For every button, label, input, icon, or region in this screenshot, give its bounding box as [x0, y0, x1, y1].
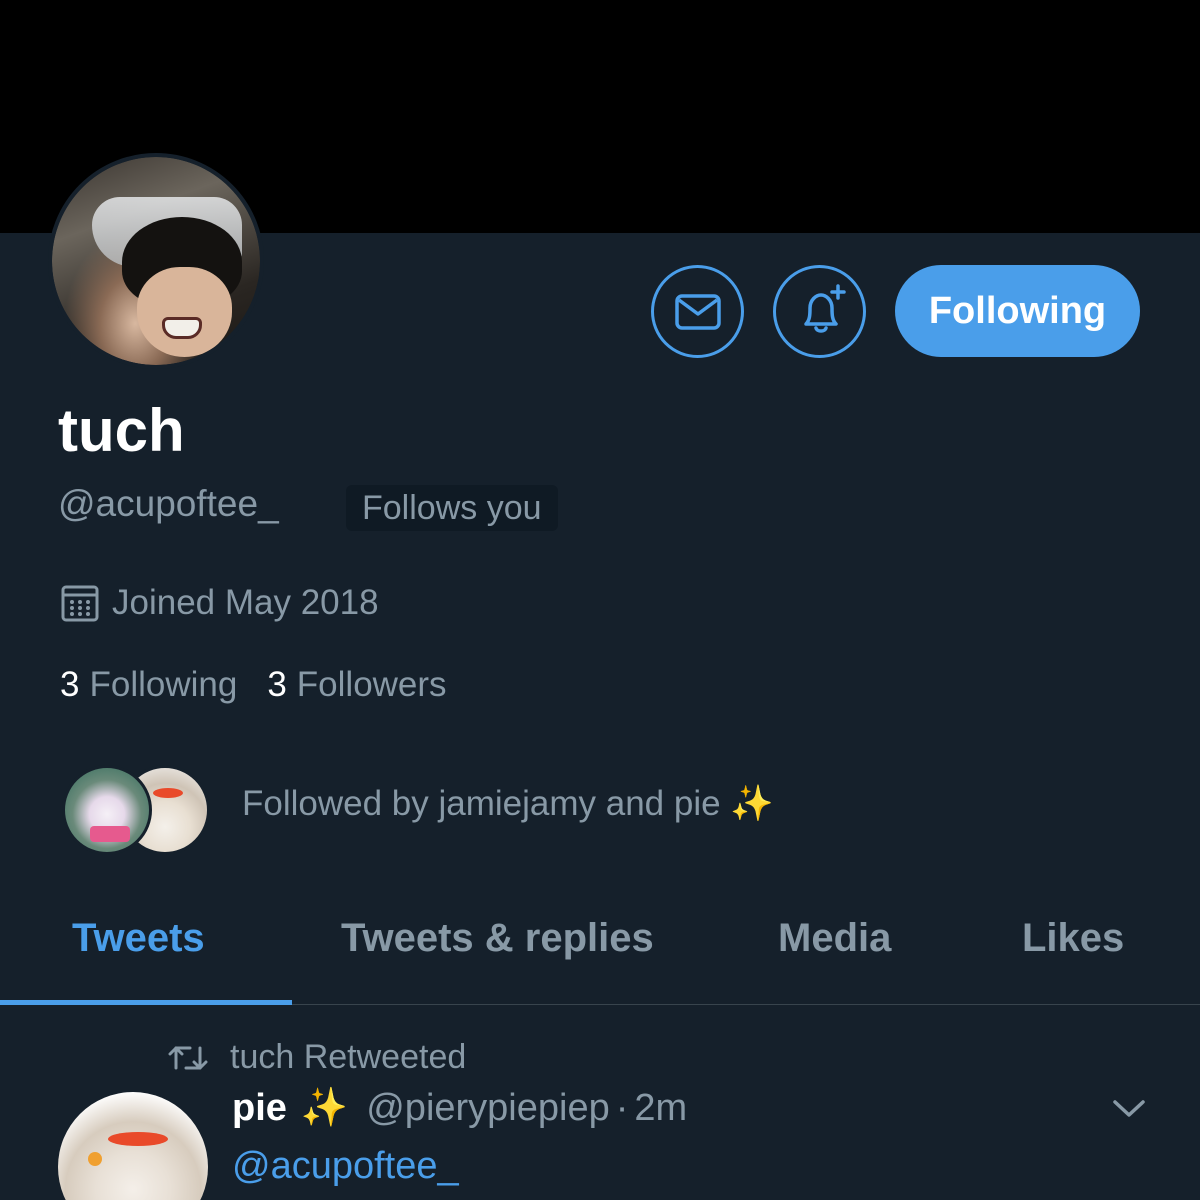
retweet-icon	[168, 1046, 208, 1069]
followers-count-link[interactable]: 3 Followers	[267, 665, 446, 705]
tweet-timestamp[interactable]: 2m	[634, 1087, 687, 1130]
profile-display-name: tuch	[58, 397, 185, 464]
following-label: Following	[89, 665, 238, 704]
profile-photo	[52, 157, 260, 365]
joined-date: Joined May 2018	[60, 583, 379, 623]
followers-count: 3	[267, 665, 287, 704]
follow-counts: 3 Following 3 Followers	[60, 665, 477, 705]
tab-likes[interactable]: Likes	[1022, 916, 1124, 961]
mutual-follower-avatar-jamiejamy[interactable]	[62, 765, 152, 855]
chevron-down-icon[interactable]	[1112, 1098, 1146, 1120]
tab-tweets[interactable]: Tweets	[72, 916, 205, 961]
calendar-icon	[61, 585, 99, 622]
joined-text: Joined May 2018	[112, 583, 379, 622]
tab-tweets-and-replies[interactable]: Tweets & replies	[341, 916, 654, 961]
tab-media[interactable]: Media	[778, 916, 891, 961]
notifications-button[interactable]	[773, 265, 866, 358]
profile-handle: @acupoftee_	[58, 483, 279, 524]
tweet-author-name[interactable]: pie	[232, 1087, 287, 1130]
retweet-context[interactable]: tuch Retweeted	[168, 1038, 466, 1077]
retweet-label: tuch Retweeted	[230, 1038, 467, 1076]
following-count-link[interactable]: 3 Following	[60, 665, 237, 705]
tweet-separator: ·	[615, 1087, 629, 1129]
following-button[interactable]: Following	[895, 265, 1140, 357]
sparkles-emoji: ✨	[300, 1087, 349, 1129]
tweet-header: pie ✨ @pierypiepiep · 2m	[232, 1086, 687, 1130]
message-button[interactable]	[651, 265, 744, 358]
tweet-body-mention[interactable]: @acupoftee_	[232, 1145, 459, 1188]
envelope-icon	[674, 293, 721, 330]
profile-tabs: Tweets Tweets & replies Media Likes	[0, 880, 1200, 1005]
bell-plus-icon	[803, 283, 846, 333]
followers-label: Followers	[296, 665, 447, 704]
following-count: 3	[60, 665, 80, 704]
tweet-author-handle[interactable]: @pierypiepiep	[366, 1087, 610, 1130]
tweet-author-avatar[interactable]	[58, 1092, 208, 1200]
follows-you-badge: Follows you	[346, 485, 558, 531]
active-tab-indicator	[0, 1000, 292, 1005]
sparkles-emoji: ✨	[730, 784, 774, 823]
profile-avatar[interactable]	[48, 153, 264, 369]
followed-by-text[interactable]: Followed by jamiejamy and pie ✨	[242, 783, 774, 824]
